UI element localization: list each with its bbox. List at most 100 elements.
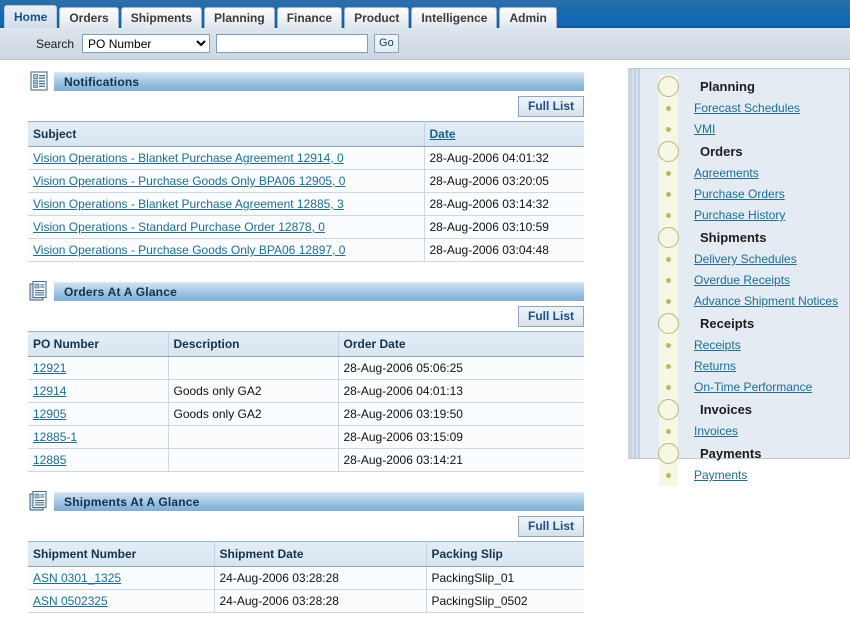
cell-shipment-number-link[interactable]: ASN 0502325 <box>33 594 108 608</box>
sidebar-item-purchase-orders[interactable]: Purchase Orders <box>632 184 849 205</box>
top-brand-bar: Home Orders Shipments Planning Finance Produc… <box>0 0 850 28</box>
tab-shipments[interactable]: Shipments <box>120 7 203 28</box>
search-toolbar: Search PO Number Go <box>0 28 850 60</box>
table-row: 12905 Goods only GA2 28-Aug-2006 03:19:50 <box>28 402 584 426</box>
cell-subject-link[interactable]: Vision Operations - Blanket Purchase Agr… <box>33 197 344 211</box>
sidebar-link-label[interactable]: Purchase Orders <box>694 187 785 201</box>
cell-po-number-link[interactable]: 12921 <box>33 361 66 375</box>
sidebar-group-label: Payments <box>700 446 762 461</box>
orders-table: PO Number Description Order Date 12921 28… <box>28 331 584 472</box>
section-title-bar: Shipments At A Glance <box>54 491 584 511</box>
sidebar-item-forecast-schedules[interactable]: Forecast Schedules <box>632 98 849 119</box>
sidebar-item-invoices[interactable]: Invoices <box>632 421 849 442</box>
node-circle-icon <box>658 399 679 420</box>
sidebar-nav-list: Planning Forecast Schedules VMI Orders Agree… <box>632 75 849 486</box>
cell-subject-link[interactable]: Vision Operations - Purchase Goods Only … <box>33 243 345 257</box>
cell-subject-link[interactable]: Vision Operations - Purchase Goods Only … <box>33 174 345 188</box>
cell-shipment-number[interactable]: ASN 0502325 <box>28 589 215 613</box>
main-content: Notifications Full List Subject Date Vis… <box>0 60 620 631</box>
node-circle-icon <box>658 141 679 162</box>
sidebar-link-label[interactable]: On-Time Performance <box>694 380 812 394</box>
cell-subject[interactable]: Vision Operations - Blanket Purchase Agr… <box>28 146 425 170</box>
page-body: Notifications Full List Subject Date Vis… <box>0 60 850 613</box>
cell-subject[interactable]: Vision Operations - Standard Purchase Or… <box>28 215 425 239</box>
cell-po-number[interactable]: 12921 <box>28 356 169 380</box>
cell-shipment-number[interactable]: ASN 0301_1325 <box>28 566 215 590</box>
tab-orders[interactable]: Orders <box>59 7 119 28</box>
tab-admin[interactable]: Admin <box>499 7 557 28</box>
sidebar-item-returns[interactable]: Returns <box>632 356 849 377</box>
column-header-date[interactable]: Date <box>424 121 584 147</box>
cell-po-number-link[interactable]: 12905 <box>33 407 66 421</box>
node-dot-icon <box>666 106 671 111</box>
cell-po-number-link[interactable]: 12885-1 <box>33 430 77 444</box>
cell-description: Goods only GA2 <box>168 402 339 426</box>
sidebar-link-label[interactable]: Forecast Schedules <box>694 101 800 115</box>
cell-po-number[interactable]: 12914 <box>28 379 169 403</box>
table-header-row: PO Number Description Order Date <box>28 331 584 357</box>
cell-po-number-link[interactable]: 12914 <box>33 384 66 398</box>
sidebar-group-shipments: Shipments <box>632 226 849 249</box>
cell-subject[interactable]: Vision Operations - Blanket Purchase Agr… <box>28 192 425 216</box>
tab-product[interactable]: Product <box>344 7 410 28</box>
search-go-button[interactable]: Go <box>374 34 399 53</box>
shipments-full-list-button[interactable]: Full List <box>518 516 584 537</box>
sidebar-link-label[interactable]: Receipts <box>694 338 741 352</box>
cell-order-date: 28-Aug-2006 03:14:21 <box>338 448 584 472</box>
sidebar-link-label[interactable]: Advance Shipment Notices <box>694 294 838 308</box>
sidebar-link-label[interactable]: Overdue Receipts <box>694 273 790 287</box>
sidebar-link-label[interactable]: Invoices <box>694 424 738 438</box>
cell-shipment-date: 24-Aug-2006 03:28:28 <box>214 589 427 613</box>
cell-packing-slip: PackingSlip_0502 <box>426 589 584 613</box>
sidebar-link-label[interactable]: Returns <box>694 359 736 373</box>
cell-po-number[interactable]: 12885-1 <box>28 425 169 449</box>
sidebar-item-receipts[interactable]: Receipts <box>632 335 849 356</box>
cell-po-number[interactable]: 12905 <box>28 402 169 426</box>
cell-shipment-number-link[interactable]: ASN 0301_1325 <box>33 571 121 585</box>
cell-subject[interactable]: Vision Operations - Purchase Goods Only … <box>28 238 425 262</box>
sidebar-item-payments[interactable]: Payments <box>632 465 849 486</box>
cell-date: 28-Aug-2006 03:20:05 <box>424 169 584 193</box>
table-row: Vision Operations - Standard Purchase Or… <box>28 215 584 239</box>
stacked-documents-icon <box>28 490 54 512</box>
tab-planning[interactable]: Planning <box>204 7 275 28</box>
sidebar-item-vmi[interactable]: VMI <box>632 119 849 140</box>
cell-subject[interactable]: Vision Operations - Purchase Goods Only … <box>28 169 425 193</box>
tab-home[interactable]: Home <box>4 5 58 28</box>
notifications-full-list-button[interactable]: Full List <box>518 96 584 117</box>
sidebar-item-on-time-performance[interactable]: On-Time Performance <box>632 377 849 398</box>
cell-subject-link[interactable]: Vision Operations - Standard Purchase Or… <box>33 220 325 234</box>
search-input[interactable] <box>216 34 369 53</box>
sidebar-group-planning: Planning <box>632 75 849 98</box>
column-header-subject: Subject <box>28 121 425 147</box>
sidebar-item-agreements[interactable]: Agreements <box>632 163 849 184</box>
sidebar-link-label[interactable]: Agreements <box>694 166 759 180</box>
node-dot-icon <box>666 429 671 434</box>
sidebar-link-label[interactable]: Delivery Schedules <box>694 252 797 266</box>
node-dot-icon <box>666 364 671 369</box>
search-category-select[interactable]: PO Number <box>82 34 211 53</box>
full-list-row: Full List <box>28 92 584 121</box>
tab-intelligence[interactable]: Intelligence <box>411 7 498 28</box>
main-tab-bar: Home Orders Shipments Planning Finance Produc… <box>4 5 557 28</box>
cell-po-number[interactable]: 12885 <box>28 448 169 472</box>
shipments-table: Shipment Number Shipment Date Packing Sl… <box>28 541 584 613</box>
list-document-icon <box>28 70 54 92</box>
cell-subject-link[interactable]: Vision Operations - Blanket Purchase Agr… <box>33 151 344 165</box>
sidebar-item-advance-shipment-notices[interactable]: Advance Shipment Notices <box>632 291 849 312</box>
column-header-shipment-date: Shipment Date <box>214 541 427 567</box>
sidebar-item-overdue-receipts[interactable]: Overdue Receipts <box>632 270 849 291</box>
sidebar-link-label[interactable]: Purchase History <box>694 208 785 222</box>
sidebar-group-label: Shipments <box>700 230 767 245</box>
sidebar-item-purchase-history[interactable]: Purchase History <box>632 205 849 226</box>
sidebar-link-label[interactable]: VMI <box>694 122 715 136</box>
sidebar-link-label[interactable]: Payments <box>694 468 747 482</box>
sort-link-date[interactable]: Date <box>430 127 456 141</box>
cell-order-date: 28-Aug-2006 03:19:50 <box>338 402 584 426</box>
section-title: Orders At A Glance <box>64 284 177 299</box>
cell-po-number-link[interactable]: 12885 <box>33 453 66 467</box>
tab-finance[interactable]: Finance <box>276 7 343 28</box>
table-row: 12885 28-Aug-2006 03:14:21 <box>28 448 584 472</box>
sidebar-item-delivery-schedules[interactable]: Delivery Schedules <box>632 249 849 270</box>
orders-full-list-button[interactable]: Full List <box>518 306 584 327</box>
